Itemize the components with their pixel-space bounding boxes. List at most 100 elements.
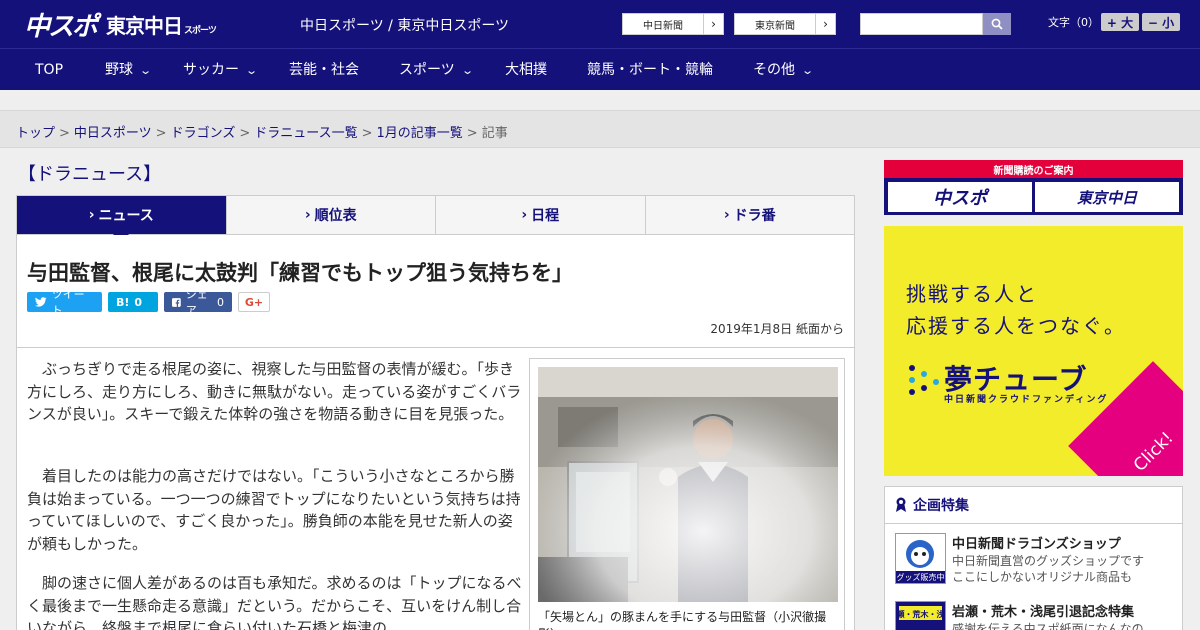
tokyo-logo-suffix: スポーツ <box>184 25 217 36</box>
tokyo-chunichi-subscribe-logo[interactable]: 東京中日 <box>1035 182 1179 212</box>
nav-item-label: 芸能・社会 <box>289 62 359 78</box>
photo-caption: 「矢場とん」の豚まんを手にする与田監督（小沢徹撮影） <box>538 610 827 630</box>
subscription-banner-title: 新聞購読のご案内 <box>884 160 1183 178</box>
breadcrumb-separator: > <box>59 126 70 141</box>
feature-item-title: 岩瀬・荒木・浅尾引退記念特集 <box>952 605 1135 620</box>
hatena-count: 0 <box>134 295 143 309</box>
search-icon <box>991 18 1003 30</box>
feature-header: 企画特集 <box>885 487 1182 524</box>
tab-label: 日程 <box>531 208 560 224</box>
breadcrumb-separator: > <box>466 126 478 141</box>
facebook-label: シェア <box>185 288 208 317</box>
chunichi-shimbun-label: 中日新聞 <box>643 20 683 32</box>
feature-item-desc-line: 感謝を伝える中スポ紙面になんなの <box>952 622 1144 630</box>
chunichi-shimbun-link[interactable]: 中日新聞 › <box>622 13 724 35</box>
dragons-mascot-icon: グッズ販売中 <box>896 534 945 583</box>
tokyo-shimbun-link[interactable]: 東京新聞 › <box>734 13 836 35</box>
article-headline: 与田監督、根尾に太鼓判「練習でもトップ狙う気持ちを」 <box>27 261 573 285</box>
article-photo[interactable] <box>538 367 838 602</box>
yume-tube-dots-icon <box>909 365 939 395</box>
section-tabs: › ニュース › 順位表 › 日程 › ドラ番 <box>16 195 855 242</box>
hatena-bookmark-button[interactable]: B! 0 <box>108 292 158 312</box>
google-plus-button[interactable]: G+ <box>238 292 270 312</box>
twitter-icon <box>35 297 47 307</box>
nav-item-baseball[interactable]: 野球 ⌄ <box>105 49 152 91</box>
facebook-share-button[interactable]: シェア 0 <box>164 288 232 317</box>
breadcrumb-bar: トップ > 中日スポーツ > ドラゴンズ > ドラニュース一覧 >1月の記事一覧 > 記事 <box>0 110 1200 148</box>
nav-item-sports[interactable]: スポーツ ⌄ <box>399 49 474 91</box>
breadcrumb-link-january[interactable]: 1月の記事一覧 <box>377 126 463 141</box>
tab-dora-ban[interactable]: › ドラ番 <box>646 196 855 234</box>
feature-item-dragons-shop[interactable]: グッズ販売中 中日新聞ドラゴンズショップ 中日新聞直営のグッズショップです ここ… <box>895 533 1175 593</box>
dragons-shop-thumbnail: グッズ販売中 <box>895 533 946 584</box>
facebook-icon <box>172 297 181 307</box>
feature-item-desc: 中日新聞直営のグッズショップです ここにしかないオリジナル商品も <box>952 553 1144 585</box>
tab-label: ドラ番 <box>733 208 776 224</box>
chevron-right-icon: › <box>815 14 835 34</box>
breadcrumb-link-dragons[interactable]: ドラゴンズ <box>171 126 236 141</box>
yume-tube-banner[interactable]: 挑戦する人と 応援する人をつなぐ。 夢チューブ 中日新聞クラウドファンディング … <box>884 226 1183 476</box>
site-logo[interactable]: 中スポ 東京中日 スポーツ <box>24 8 217 42</box>
chevron-right-icon: › <box>304 207 311 223</box>
article-paragraph: 着目したのは能力の高さだけではない。「こういう小さなところから勝負は始まっている… <box>27 467 521 553</box>
chevron-down-icon: ⌄ <box>460 64 474 77</box>
nav-item-label: その他 <box>753 62 795 78</box>
font-size-increase-button[interactable]: + 大 <box>1101 13 1139 31</box>
nav-item-soccer[interactable]: サッカー ⌄ <box>183 49 259 91</box>
nav-item-racing[interactable]: 競馬・ボート・競輪 <box>587 49 713 91</box>
tab-label: 順位表 <box>314 208 357 224</box>
nav-item-label: サッカー <box>183 62 239 78</box>
yume-tube-tagline: 挑戦する人と 応援する人をつなぐ。 <box>906 278 1126 342</box>
nav-item-sumo[interactable]: 大相撲 <box>505 49 547 91</box>
tokyo-shimbun-label: 東京新聞 <box>755 20 795 32</box>
feature-title: 企画特集 <box>913 498 969 514</box>
font-size-label: 文字（0） <box>1048 16 1099 29</box>
breadcrumb-separator: > <box>361 126 373 141</box>
feature-item-desc-line: 中日新聞直営のグッズショップです <box>952 554 1145 568</box>
breadcrumb-current: 記事 <box>481 126 508 141</box>
tokyo-chunichi-logo: 東京中日 スポーツ <box>106 10 217 39</box>
subscription-banner[interactable]: 新聞購読のご案内 中スポ 東京中日 <box>884 160 1183 215</box>
breadcrumb: トップ > 中日スポーツ > ドラゴンズ > ドラニュース一覧 >1月の記事一覧 > 記事 <box>16 122 508 141</box>
font-size-decrease-button[interactable]: − 小 <box>1142 13 1180 31</box>
tweet-button[interactable]: ツイート <box>27 288 102 317</box>
ribbon-icon <box>896 497 906 512</box>
tokyo-logo-text: 東京中日 <box>106 13 183 38</box>
nav-item-entertainment[interactable]: 芸能・社会 <box>289 49 359 91</box>
breadcrumb-link-top[interactable]: トップ <box>16 126 55 141</box>
breadcrumb-separator: > <box>239 126 251 141</box>
retirement-thumb-graphic: 岩瀬・荒木・浅尾 <box>888 602 953 630</box>
feature-item-retirement[interactable]: 岩瀬・荒木・浅尾 岩瀬・荒木・浅尾引退記念特集 感謝を伝える中スポ紙面になんなの <box>888 601 1175 630</box>
site-name: 中日スポーツ / 東京中日スポーツ <box>300 18 510 34</box>
article-body: ぶっちぎりで走る根尾の姿に、視察した与田監督の表情が緩む。「歩き方にしろ、走り方… <box>16 348 855 630</box>
article-header: 与田監督、根尾に太鼓判「練習でもトップ狙う気持ちを」 ツイート B! 0 シェア… <box>16 235 855 348</box>
chunichi-sports-subscribe-logo[interactable]: 中スポ <box>888 182 1032 212</box>
yume-tube-tagline-line1: 挑戦する人と <box>906 282 1038 306</box>
article-paragraph: ぶっちぎりで走る根尾の姿に、視察した与田監督の表情が緩む。「歩き方にしろ、走り方… <box>27 360 522 423</box>
nav-item-label: スポーツ <box>399 62 455 78</box>
tab-standings[interactable]: › 順位表 <box>227 196 436 234</box>
feature-item-desc: 感謝を伝える中スポ紙面になんなの <box>952 621 1144 630</box>
hatena-icon: B! <box>116 295 130 309</box>
tab-schedule[interactable]: › 日程 <box>436 196 646 234</box>
site-header: 中スポ 東京中日 スポーツ 中日スポーツ / 東京中日スポーツ 中日新聞 › 東京… <box>0 0 1200 48</box>
nav-item-other[interactable]: その他 ⌄ <box>753 49 815 91</box>
search-button[interactable] <box>983 13 1011 35</box>
search-input[interactable] <box>860 13 983 35</box>
feature-box: 企画特集 グッズ販売中 中日新聞ドラゴンズショップ 中日新聞直営のグッズショップ… <box>884 486 1183 630</box>
retirement-thumb-text: 岩瀬・荒木・浅尾 <box>896 609 945 619</box>
section-title: 【ドラニュース】 <box>18 164 162 185</box>
chevron-down-icon: ⌄ <box>801 64 815 77</box>
chevron-down-icon: ⌄ <box>245 64 259 77</box>
tweet-label: ツイート <box>51 288 85 317</box>
breadcrumb-separator: > <box>155 126 167 141</box>
nav-item-label: TOP <box>35 62 64 78</box>
nav-item-top[interactable]: TOP <box>35 49 63 91</box>
article-paragraph: 脚の速さに個人差があるのは百も承知だ。求めるのは「トップになるべく最後まで一生懸… <box>27 574 522 630</box>
dragons-shop-thumb-text: グッズ販売中 <box>897 572 945 582</box>
breadcrumb-link-chunichi-sports[interactable]: 中日スポーツ <box>74 126 152 141</box>
breadcrumb-link-dora-news[interactable]: ドラニュース一覧 <box>254 126 357 141</box>
chunichi-sports-logo: 中スポ <box>24 11 98 42</box>
tab-label: ニュース <box>98 208 154 224</box>
tab-news[interactable]: › ニュース <box>17 196 227 242</box>
